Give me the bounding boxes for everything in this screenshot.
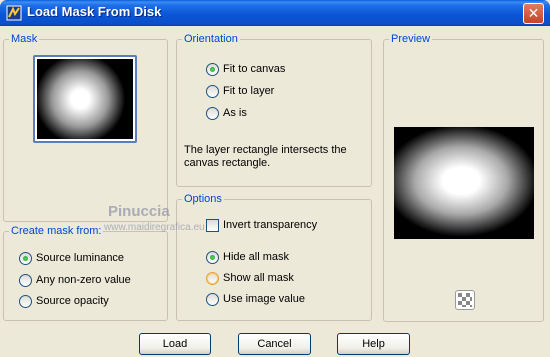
- checkbox-label: Invert transparency: [223, 219, 318, 231]
- mask-thumbnail[interactable]: [33, 55, 137, 143]
- radio-icon: [206, 271, 219, 285]
- invert-transparency-checkbox[interactable]: Invert transparency: [206, 218, 317, 232]
- radio-fit-to-canvas[interactable]: Fit to canvas: [206, 62, 285, 76]
- preview-legend: Preview: [389, 33, 433, 45]
- watermark-name: Pinuccia: [108, 203, 170, 220]
- create-mask-legend: Create mask from:: [9, 225, 104, 237]
- radio-icon: [206, 106, 219, 120]
- radio-icon: [206, 84, 219, 98]
- radio-label: As is: [223, 107, 247, 119]
- checkerboard-icon: [458, 293, 472, 307]
- radio-icon: [19, 294, 32, 308]
- preview-image: [394, 127, 534, 239]
- help-button[interactable]: Help: [337, 333, 410, 355]
- preview-toggle-button[interactable]: [455, 290, 475, 310]
- radio-label: Any non-zero value: [36, 274, 131, 286]
- radio-label: Show all mask: [223, 272, 294, 284]
- watermark-url: www.maidiregrafica.eu: [104, 222, 205, 233]
- radio-label: Use image value: [223, 293, 305, 305]
- cancel-button[interactable]: Cancel: [238, 333, 311, 355]
- radio-label: Source opacity: [36, 295, 109, 307]
- radio-icon: [19, 251, 32, 265]
- radio-icon: [19, 273, 32, 287]
- mask-image: [37, 59, 133, 139]
- close-button[interactable]: ✕: [523, 3, 544, 24]
- close-icon: ✕: [527, 5, 540, 22]
- title-bar[interactable]: Load Mask From Disk ✕: [0, 0, 550, 26]
- checkbox-icon: [206, 218, 219, 232]
- mask-legend: Mask: [9, 33, 40, 45]
- radio-icon: [206, 250, 219, 264]
- window-title: Load Mask From Disk: [27, 4, 162, 19]
- radio-as-is[interactable]: As is: [206, 106, 247, 120]
- radio-source-opacity[interactable]: Source opacity: [19, 294, 109, 308]
- radio-source-luminance[interactable]: Source luminance: [19, 251, 124, 265]
- radio-fit-to-layer[interactable]: Fit to layer: [206, 84, 274, 98]
- radio-label: Hide all mask: [223, 251, 290, 263]
- radio-icon: [206, 292, 219, 306]
- app-icon: [6, 5, 22, 21]
- orientation-legend: Orientation: [182, 33, 240, 45]
- radio-icon: [206, 62, 219, 76]
- radio-label: Fit to canvas: [223, 63, 286, 75]
- radio-hide-all-mask[interactable]: Hide all mask: [206, 250, 289, 264]
- radio-label: Source luminance: [36, 252, 125, 264]
- load-button[interactable]: Load: [139, 333, 211, 355]
- options-legend: Options: [182, 193, 224, 205]
- radio-use-image-value[interactable]: Use image value: [206, 292, 305, 306]
- radio-any-non-zero[interactable]: Any non-zero value: [19, 273, 131, 287]
- orientation-description: The layer rectangle intersects the canva…: [184, 144, 347, 169]
- radio-label: Fit to layer: [223, 85, 275, 97]
- radio-show-all-mask[interactable]: Show all mask: [206, 271, 294, 285]
